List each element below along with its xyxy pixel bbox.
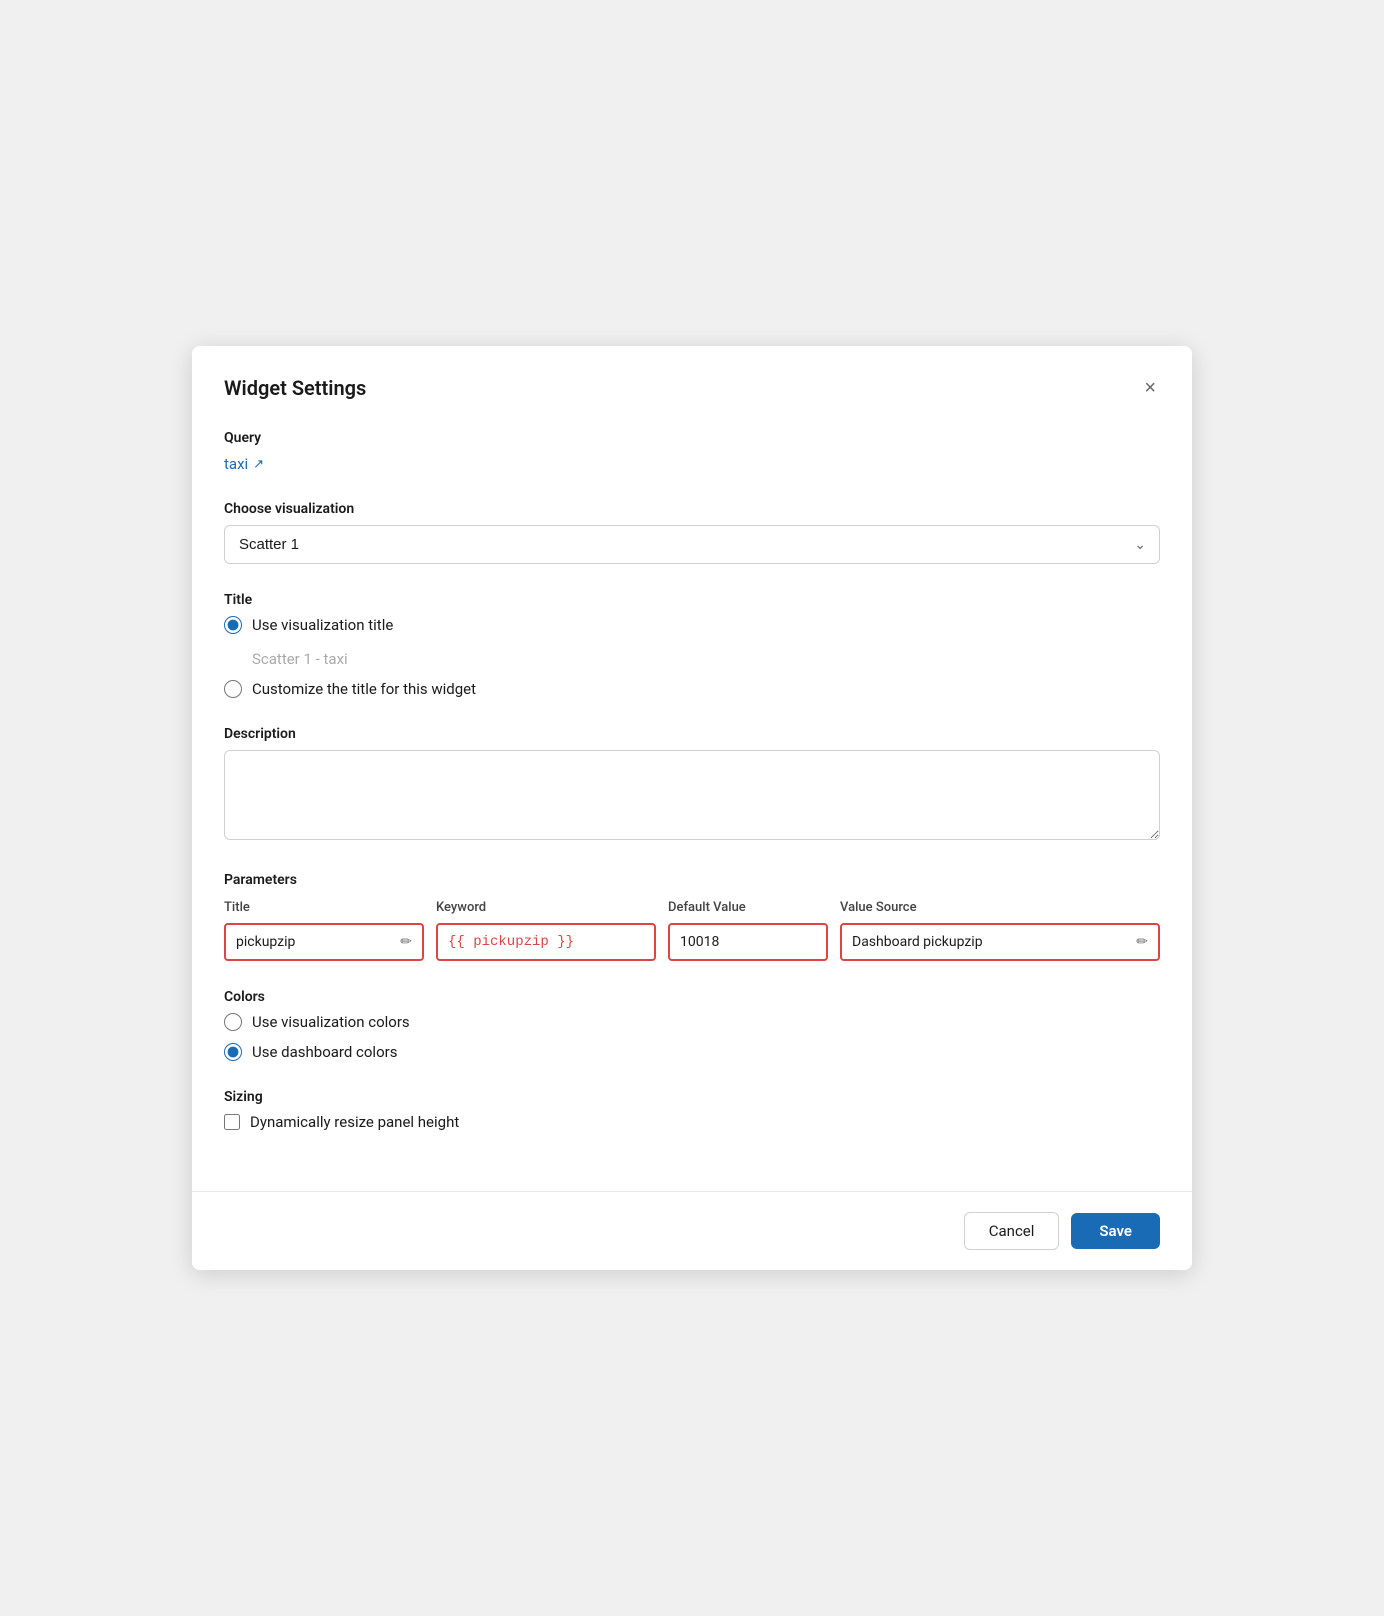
close-button[interactable]: ×	[1140, 374, 1160, 402]
use-dashboard-colors-option[interactable]: Use dashboard colors	[224, 1043, 1160, 1061]
modal-title: Widget Settings	[224, 376, 366, 400]
use-viz-colors-radio[interactable]	[224, 1013, 242, 1031]
customize-title-radio[interactable]	[224, 680, 242, 698]
description-textarea[interactable]	[224, 750, 1160, 840]
param-value-source-value: Dashboard pickupzip	[852, 934, 983, 950]
visualization-select-wrapper: Scatter 1Bar 1Line 1Table 1 ⌄	[224, 525, 1160, 564]
title-section: Title Use visualization title Scatter 1 …	[224, 592, 1160, 698]
dynamic-resize-label: Dynamically resize panel height	[250, 1113, 459, 1131]
colors-radio-group: Use visualization colors Use dashboard c…	[224, 1013, 1160, 1061]
modal-header: Widget Settings ×	[192, 346, 1192, 422]
visualization-label: Choose visualization	[224, 501, 1160, 517]
use-viz-colors-option[interactable]: Use visualization colors	[224, 1013, 1160, 1031]
param-title-edit-icon[interactable]: ✏	[400, 934, 412, 950]
title-radio-group: Use visualization title Scatter 1 - taxi…	[224, 616, 1160, 698]
visualization-section: Choose visualization Scatter 1Bar 1Line …	[224, 501, 1160, 564]
customize-title-option[interactable]: Customize the title for this widget	[224, 680, 1160, 698]
use-dashboard-colors-label: Use dashboard colors	[252, 1043, 397, 1061]
use-viz-title-radio[interactable]	[224, 616, 242, 634]
param-title-value: pickupzip	[236, 934, 295, 950]
query-section: Query taxi ↗	[224, 430, 1160, 473]
parameters-table: Title Keyword Default Value Value Source…	[224, 900, 1160, 961]
viz-title-hint: Scatter 1 - taxi	[252, 650, 1160, 668]
colors-section: Colors Use visualization colors Use dash…	[224, 989, 1160, 1061]
param-keyword-value: {{ pickupzip }}	[448, 934, 574, 950]
save-button[interactable]: Save	[1071, 1213, 1160, 1249]
col-header-title: Title	[224, 900, 424, 915]
param-default-value-cell[interactable]: 10018	[668, 923, 828, 961]
customize-title-label: Customize the title for this widget	[252, 680, 476, 698]
parameters-header: Title Keyword Default Value Value Source	[224, 900, 1160, 923]
use-viz-colors-label: Use visualization colors	[252, 1013, 410, 1031]
parameters-section: Parameters Title Keyword Default Value V…	[224, 872, 1160, 961]
col-header-keyword: Keyword	[436, 900, 656, 915]
description-label: Description	[224, 726, 1160, 742]
col-header-default-value: Default Value	[668, 900, 828, 915]
param-keyword-cell[interactable]: {{ pickupzip }}	[436, 923, 656, 961]
param-title-cell[interactable]: pickupzip ✏	[224, 923, 424, 961]
external-link-icon: ↗	[253, 457, 264, 472]
visualization-select[interactable]: Scatter 1Bar 1Line 1Table 1	[224, 525, 1160, 564]
param-value-source-cell[interactable]: Dashboard pickupzip ✏	[840, 923, 1160, 961]
widget-settings-modal: Widget Settings × Query taxi ↗ Choose vi…	[192, 346, 1192, 1270]
modal-body: Query taxi ↗ Choose visualization Scatte…	[192, 422, 1192, 1191]
parameters-label: Parameters	[224, 872, 1160, 888]
use-dashboard-colors-radio[interactable]	[224, 1043, 242, 1061]
sizing-section: Sizing Dynamically resize panel height	[224, 1089, 1160, 1131]
use-viz-title-label: Use visualization title	[252, 616, 393, 634]
query-link-text: taxi	[224, 455, 248, 473]
col-header-value-source: Value Source	[840, 900, 1160, 915]
query-link[interactable]: taxi ↗	[224, 455, 264, 473]
parameters-row: pickupzip ✏ {{ pickupzip }} 10018 Dashbo…	[224, 923, 1160, 961]
dynamic-resize-option[interactable]: Dynamically resize panel height	[224, 1113, 1160, 1131]
colors-label: Colors	[224, 989, 1160, 1005]
description-section: Description	[224, 726, 1160, 844]
param-value-source-edit-icon[interactable]: ✏	[1136, 934, 1148, 950]
sizing-label: Sizing	[224, 1089, 1160, 1105]
query-label: Query	[224, 430, 1160, 446]
use-viz-title-option[interactable]: Use visualization title	[224, 616, 1160, 634]
dynamic-resize-checkbox[interactable]	[224, 1114, 240, 1130]
cancel-button[interactable]: Cancel	[964, 1212, 1060, 1250]
title-section-label: Title	[224, 592, 1160, 608]
param-default-value: 10018	[680, 934, 719, 950]
modal-footer: Cancel Save	[192, 1191, 1192, 1270]
